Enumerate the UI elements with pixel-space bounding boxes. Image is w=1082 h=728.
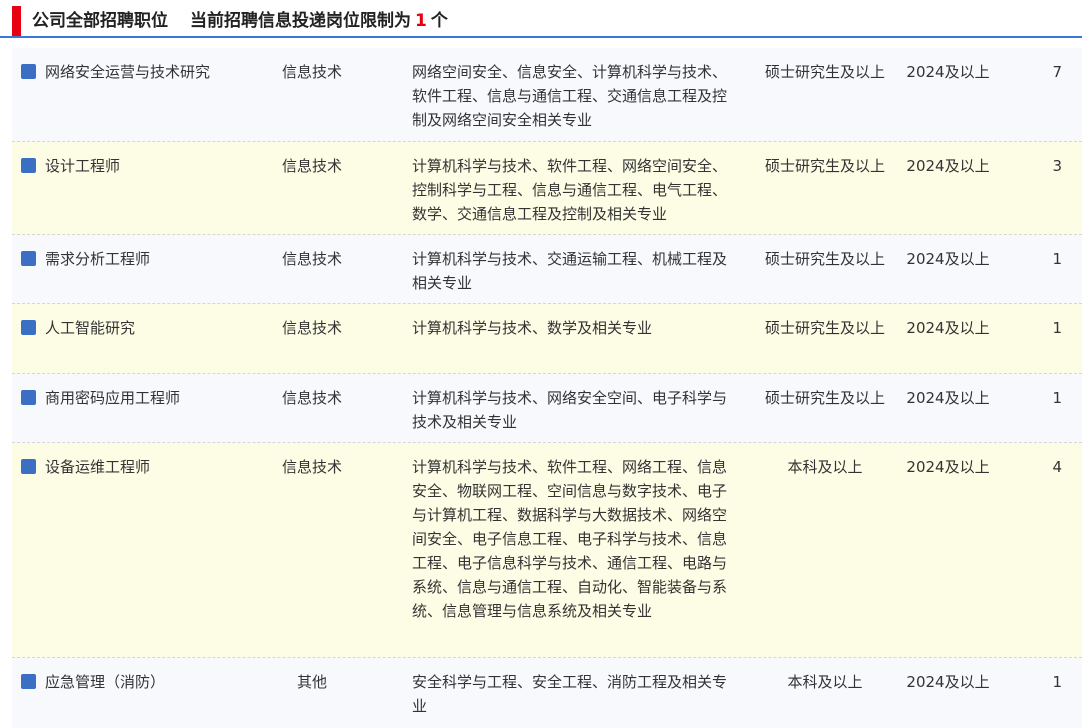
job-count: 4 bbox=[1052, 458, 1062, 476]
job-row[interactable]: 设计工程师 信息技术 计算机科学与技术、软件工程、网络空间安全、控制科学与工程、… bbox=[12, 142, 1082, 235]
job-major: 计算机科学与技术、网络安全空间、电子科学与技术及相关专业 bbox=[412, 389, 728, 431]
job-education: 硕士研究生及以上 bbox=[764, 250, 885, 268]
job-education: 硕士研究生及以上 bbox=[764, 157, 885, 175]
application-limit-notice: 当前招聘信息投递岗位限制为 1 个 bbox=[190, 6, 448, 31]
job-row[interactable]: 商用密码应用工程师 信息技术 计算机科学与技术、网络安全空间、电子科学与技术及相… bbox=[12, 374, 1082, 443]
job-education: 硕士研究生及以上 bbox=[764, 319, 885, 337]
job-year: 2024及以上 bbox=[906, 63, 990, 81]
job-category: 其他 bbox=[296, 673, 327, 691]
limit-prefix: 当前招聘信息投递岗位限制为 bbox=[190, 10, 411, 31]
job-year: 2024及以上 bbox=[906, 157, 990, 175]
job-row[interactable]: 需求分析工程师 信息技术 计算机科学与技术、交通运输工程、机械工程及相关专业 硕… bbox=[12, 235, 1082, 304]
job-category: 信息技术 bbox=[281, 458, 342, 476]
job-count: 1 bbox=[1052, 250, 1062, 268]
bullet-square-icon bbox=[21, 459, 36, 474]
job-count: 1 bbox=[1052, 673, 1062, 691]
job-category: 信息技术 bbox=[281, 63, 342, 81]
limit-suffix: 个 bbox=[430, 10, 448, 31]
job-name[interactable]: 应急管理（消防） bbox=[45, 670, 275, 694]
job-major: 网络空间安全、信息安全、计算机科学与技术、软件工程、信息与通信工程、交通信息工程… bbox=[412, 63, 728, 129]
job-list: 网络安全运营与技术研究 信息技术 网络空间安全、信息安全、计算机科学与技术、软件… bbox=[12, 48, 1082, 728]
job-category: 信息技术 bbox=[281, 319, 342, 337]
job-row[interactable]: 设备运维工程师 信息技术 计算机科学与技术、软件工程、网络工程、信息安全、物联网… bbox=[12, 443, 1082, 658]
job-count: 1 bbox=[1052, 319, 1062, 337]
job-count: 7 bbox=[1052, 63, 1062, 81]
job-name[interactable]: 网络安全运营与技术研究 bbox=[45, 60, 275, 84]
job-category: 信息技术 bbox=[281, 157, 342, 175]
job-year: 2024及以上 bbox=[906, 389, 990, 407]
page-title: 公司全部招聘职位 bbox=[32, 10, 168, 31]
job-education: 本科及以上 bbox=[787, 673, 863, 691]
job-category: 信息技术 bbox=[281, 250, 342, 268]
job-row[interactable]: 网络安全运营与技术研究 信息技术 网络空间安全、信息安全、计算机科学与技术、软件… bbox=[12, 48, 1082, 142]
job-year: 2024及以上 bbox=[906, 319, 990, 337]
job-category: 信息技术 bbox=[281, 389, 342, 407]
bullet-square-icon bbox=[21, 320, 36, 335]
job-major: 安全科学与工程、安全工程、消防工程及相关专业 bbox=[412, 673, 728, 715]
job-count: 3 bbox=[1052, 157, 1062, 175]
job-year: 2024及以上 bbox=[906, 250, 990, 268]
bullet-square-icon bbox=[21, 64, 36, 79]
job-row[interactable]: 人工智能研究 信息技术 计算机科学与技术、数学及相关专业 硕士研究生及以上 20… bbox=[12, 304, 1082, 374]
job-name[interactable]: 设备运维工程师 bbox=[45, 455, 275, 479]
job-name[interactable]: 商用密码应用工程师 bbox=[45, 386, 275, 410]
limit-count: 1 bbox=[415, 10, 427, 31]
job-name[interactable]: 需求分析工程师 bbox=[45, 247, 275, 271]
bullet-square-icon bbox=[21, 158, 36, 173]
page-header: 公司全部招聘职位 当前招聘信息投递岗位限制为 1 个 bbox=[0, 0, 1082, 38]
job-count: 1 bbox=[1052, 389, 1062, 407]
job-row[interactable]: 应急管理（消防） 其他 安全科学与工程、安全工程、消防工程及相关专业 本科及以上… bbox=[12, 658, 1082, 728]
bullet-square-icon bbox=[21, 251, 36, 266]
job-education: 硕士研究生及以上 bbox=[764, 63, 885, 81]
job-education: 硕士研究生及以上 bbox=[764, 389, 885, 407]
job-name[interactable]: 设计工程师 bbox=[45, 154, 275, 178]
job-year: 2024及以上 bbox=[906, 673, 990, 691]
job-major: 计算机科学与技术、数学及相关专业 bbox=[412, 319, 653, 337]
job-name[interactable]: 人工智能研究 bbox=[45, 316, 275, 340]
job-major: 计算机科学与技术、软件工程、网络工程、信息安全、物联网工程、空间信息与数字技术、… bbox=[412, 458, 728, 620]
job-year: 2024及以上 bbox=[906, 458, 990, 476]
job-major: 计算机科学与技术、交通运输工程、机械工程及相关专业 bbox=[412, 250, 728, 292]
job-major: 计算机科学与技术、软件工程、网络空间安全、控制科学与工程、信息与通信工程、电气工… bbox=[412, 157, 728, 223]
title-accent-bar bbox=[12, 6, 21, 36]
bullet-square-icon bbox=[21, 674, 36, 689]
bullet-square-icon bbox=[21, 390, 36, 405]
job-education: 本科及以上 bbox=[787, 458, 863, 476]
